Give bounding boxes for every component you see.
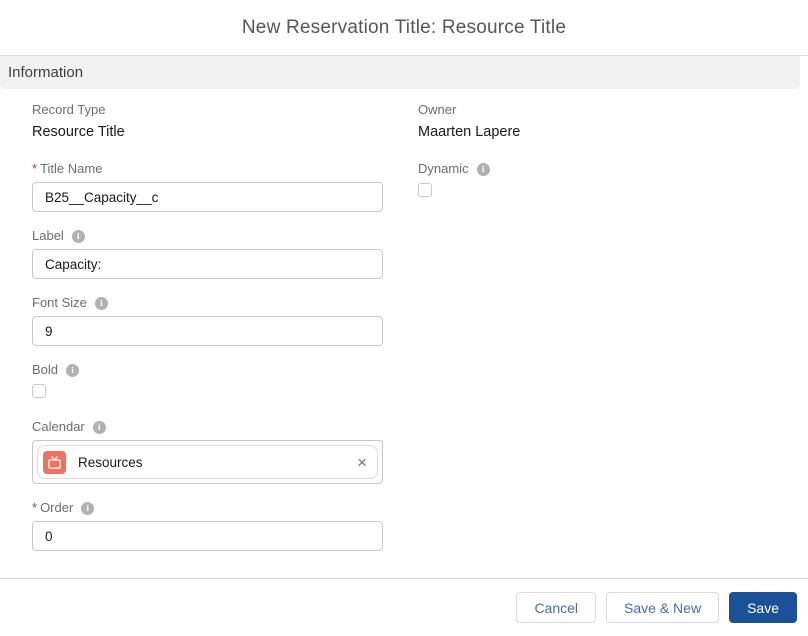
tv-icon [43, 450, 66, 474]
title-name-label: * Title Name [32, 161, 103, 176]
title-name-input[interactable] [32, 182, 383, 212]
owner-field: Owner Maarten Lapere [418, 102, 798, 141]
label-input[interactable] [32, 249, 383, 279]
required-asterisk: * [32, 500, 38, 515]
modal-title: New Reservation Title: Resource Title [241, 16, 567, 38]
required-asterisk: * [32, 161, 38, 176]
owner-label: Owner [418, 102, 457, 117]
calendar-lookup-input[interactable]: Resources × [32, 440, 383, 484]
remove-icon[interactable]: × [357, 454, 367, 471]
record-type-field: Record Type Resource Title [32, 102, 383, 141]
order-input[interactable] [32, 521, 383, 551]
save-button[interactable]: Save [729, 592, 797, 623]
bold-label: Bold i [32, 362, 383, 378]
record-type-value: Resource Title [32, 124, 125, 140]
modal-footer: Cancel Save & New Save [0, 578, 808, 636]
label-label: Label i [32, 228, 383, 244]
info-icon[interactable]: i [94, 296, 108, 310]
font-size-label: Font Size i [32, 295, 383, 311]
title-name-field: * Title Name [32, 161, 383, 212]
dynamic-label: Dynamic i [418, 161, 798, 177]
info-icon[interactable]: i [476, 162, 490, 176]
owner-value: Maarten Lapere [418, 124, 521, 140]
info-icon[interactable]: i [66, 363, 80, 377]
dynamic-field: Dynamic i [418, 161, 798, 202]
modal-header: New Reservation Title: Resource Title [0, 0, 808, 55]
info-icon[interactable]: i [81, 501, 95, 515]
section-title: Information [8, 64, 84, 81]
order-label: * Order i [32, 500, 383, 516]
information-section: Information [0, 55, 808, 89]
calendar-pill-label: Resources [78, 454, 143, 470]
cancel-button[interactable]: Cancel [516, 592, 597, 623]
label-field: Label i [32, 228, 383, 279]
bold-field: Bold i [32, 362, 383, 403]
info-icon[interactable]: i [92, 420, 106, 434]
section-header: Information [0, 56, 800, 89]
save-and-new-button[interactable]: Save & New [606, 592, 720, 623]
bold-checkbox[interactable] [32, 384, 46, 398]
dynamic-checkbox[interactable] [418, 183, 432, 197]
form: Record Type Resource Title Owner Maarten… [0, 89, 808, 567]
record-type-label: Record Type [32, 102, 106, 117]
order-field: * Order i [32, 500, 383, 551]
calendar-field: Calendar i Resources × [32, 419, 383, 484]
font-size-field: Font Size i [32, 295, 383, 346]
font-size-input[interactable] [32, 316, 383, 346]
calendar-selected-pill[interactable]: Resources × [37, 445, 378, 479]
info-icon[interactable]: i [71, 229, 85, 243]
calendar-label: Calendar i [32, 419, 383, 435]
